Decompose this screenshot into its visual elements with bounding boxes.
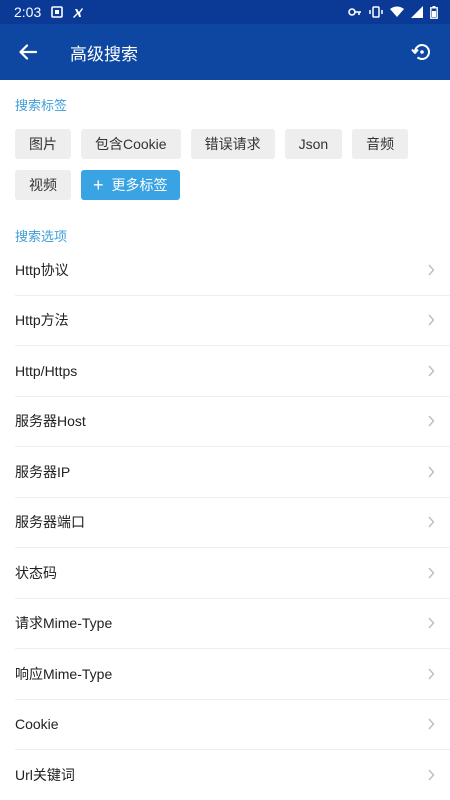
- arrow-back-icon: [19, 44, 37, 60]
- chevron-right-icon: [428, 365, 435, 377]
- page-title: 高级搜索: [70, 44, 138, 64]
- list-item-label: 请求Mime-Type: [15, 615, 113, 632]
- chevron-right-icon: [428, 617, 435, 629]
- list-item[interactable]: 服务器端口: [15, 498, 450, 548]
- options-section-title: 搜索选项: [15, 229, 68, 244]
- more-tags-button[interactable]: + 更多标签: [81, 170, 180, 200]
- key-icon: [348, 8, 361, 16]
- list-item[interactable]: 服务器Host: [15, 397, 450, 447]
- restore-icon: [411, 44, 430, 61]
- list-item-label: Cookie: [15, 716, 59, 733]
- chevron-right-icon: [428, 668, 435, 680]
- status-time: 2:03: [14, 4, 42, 20]
- list-item[interactable]: 请求Mime-Type: [15, 599, 450, 649]
- list-item-label: Http/Https: [15, 362, 78, 379]
- tag-chip[interactable]: 图片: [15, 129, 71, 159]
- chevron-right-icon: [428, 516, 435, 528]
- list-item-label: 服务器IP: [15, 463, 71, 480]
- list-item[interactable]: 响应Mime-Type: [15, 649, 450, 700]
- list-item-label: 服务器Host: [15, 413, 86, 430]
- list-item-label: Http协议: [15, 261, 69, 278]
- vibrate-icon: [369, 6, 383, 18]
- tag-list: 图片 包含Cookie 错误请求 Json 音频 视频 + 更多标签: [15, 129, 445, 200]
- list-item-label: Http方法: [15, 312, 69, 329]
- chevron-right-icon: [428, 769, 435, 781]
- tag-chip[interactable]: 包含Cookie: [81, 129, 181, 159]
- options-list: Http协议 Http方法 Http/Https 服务器Host 服务器IP 服…: [0, 245, 450, 800]
- status-bar: 2:03: [0, 0, 450, 24]
- chevron-right-icon: [428, 718, 435, 730]
- app-bar: 高级搜索: [0, 24, 450, 80]
- chevron-right-icon: [428, 264, 435, 276]
- tags-section-title: 搜索标签: [15, 98, 68, 113]
- list-item[interactable]: Http协议: [15, 245, 450, 296]
- chevron-right-icon: [428, 415, 435, 427]
- list-item[interactable]: Http/Https: [15, 346, 450, 397]
- signal-icon: [411, 6, 423, 18]
- list-item[interactable]: Url关键词: [15, 750, 450, 800]
- airplane-notification-icon: [73, 7, 84, 18]
- list-item-label: 状态码: [15, 564, 57, 581]
- list-item[interactable]: Http方法: [15, 296, 450, 346]
- more-tags-label: 更多标签: [111, 177, 168, 193]
- list-item-label: Url关键词: [15, 767, 75, 784]
- tag-chip[interactable]: Json: [284, 129, 343, 159]
- list-item-label: 服务器端口: [15, 514, 85, 531]
- chevron-right-icon: [428, 466, 435, 478]
- chevron-right-icon: [428, 314, 435, 326]
- tag-chip[interactable]: 音频: [352, 129, 409, 159]
- battery-icon: [430, 5, 438, 19]
- chevron-right-icon: [428, 567, 435, 579]
- back-button[interactable]: [0, 24, 56, 80]
- screenshot-notification-icon: [51, 6, 64, 18]
- tag-chip[interactable]: 视频: [15, 170, 71, 200]
- wifi-icon: [390, 6, 404, 17]
- tag-chip[interactable]: 错误请求: [190, 129, 275, 159]
- reset-button[interactable]: [394, 24, 450, 80]
- list-item[interactable]: Cookie: [15, 700, 450, 750]
- list-item[interactable]: 状态码: [15, 548, 450, 599]
- list-item-label: 响应Mime-Type: [15, 665, 113, 682]
- list-item[interactable]: 服务器IP: [15, 447, 450, 498]
- plus-icon: +: [93, 175, 104, 195]
